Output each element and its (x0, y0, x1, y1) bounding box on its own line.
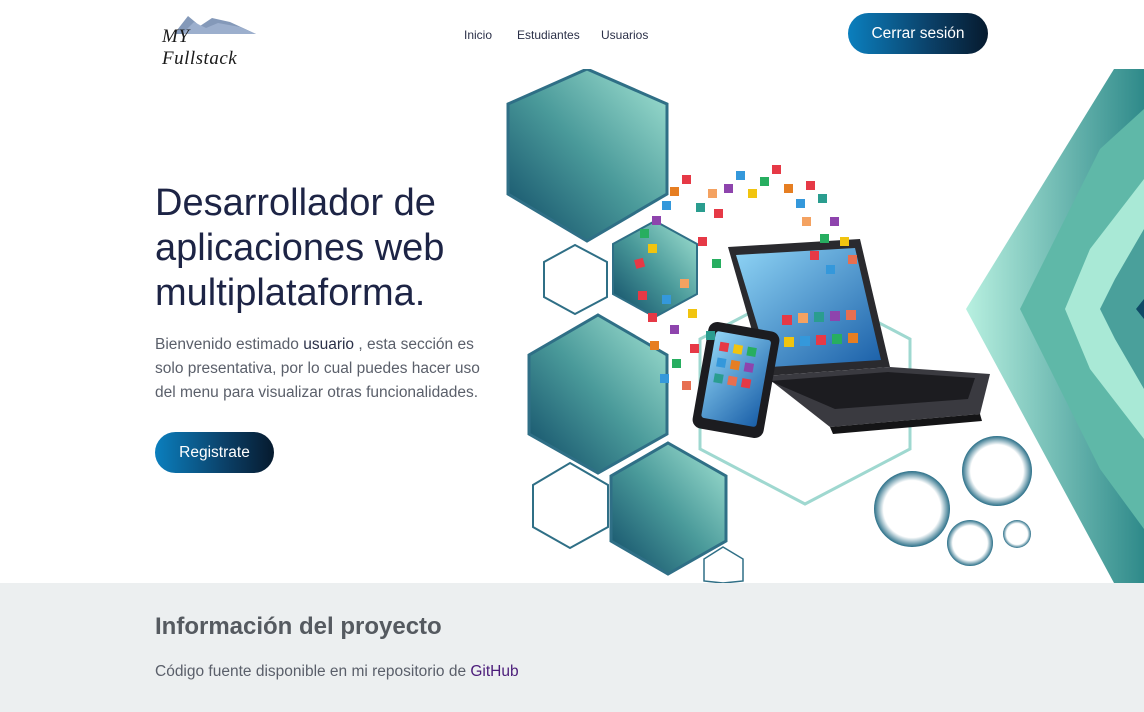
decorative-chevrons (966, 69, 1144, 583)
nav-estudiantes[interactable]: Estudiantes (517, 28, 580, 42)
nav-usuarios[interactable]: Usuarios (601, 28, 648, 42)
hero-description: Bienvenido estimado usuario , esta secci… (155, 333, 495, 405)
phone-app-icons (713, 341, 757, 389)
hero-desc-user: usuario (303, 336, 355, 353)
project-info-text: Código fuente disponible en mi repositor… (155, 663, 519, 681)
project-info-text-before: Código fuente disponible en mi repositor… (155, 663, 467, 680)
logo-text: MY Fullstack (162, 26, 238, 69)
nav-inicio[interactable]: Inicio (464, 28, 492, 42)
hero-section: Desarrollador de aplicaciones web multip… (0, 69, 1144, 583)
hero-illustration (506, 69, 1144, 583)
hero-desc-before: Bienvenido estimado (155, 336, 299, 353)
github-link[interactable]: GitHub (470, 663, 518, 680)
logout-button[interactable]: Cerrar sesión (848, 13, 988, 54)
site-logo[interactable]: MY Fullstack (160, 12, 260, 69)
page: MY Fullstack Inicio Estudiantes Usuarios… (0, 0, 1144, 712)
project-info-section: Información del proyecto Código fuente d… (0, 583, 1144, 712)
register-button[interactable]: Registrate (155, 432, 274, 473)
phone-illustration (692, 321, 780, 439)
project-info-title: Información del proyecto (155, 613, 442, 640)
top-navbar: MY Fullstack Inicio Estudiantes Usuarios… (0, 0, 1144, 69)
hero-title: Desarrollador de aplicaciones web multip… (155, 182, 445, 314)
